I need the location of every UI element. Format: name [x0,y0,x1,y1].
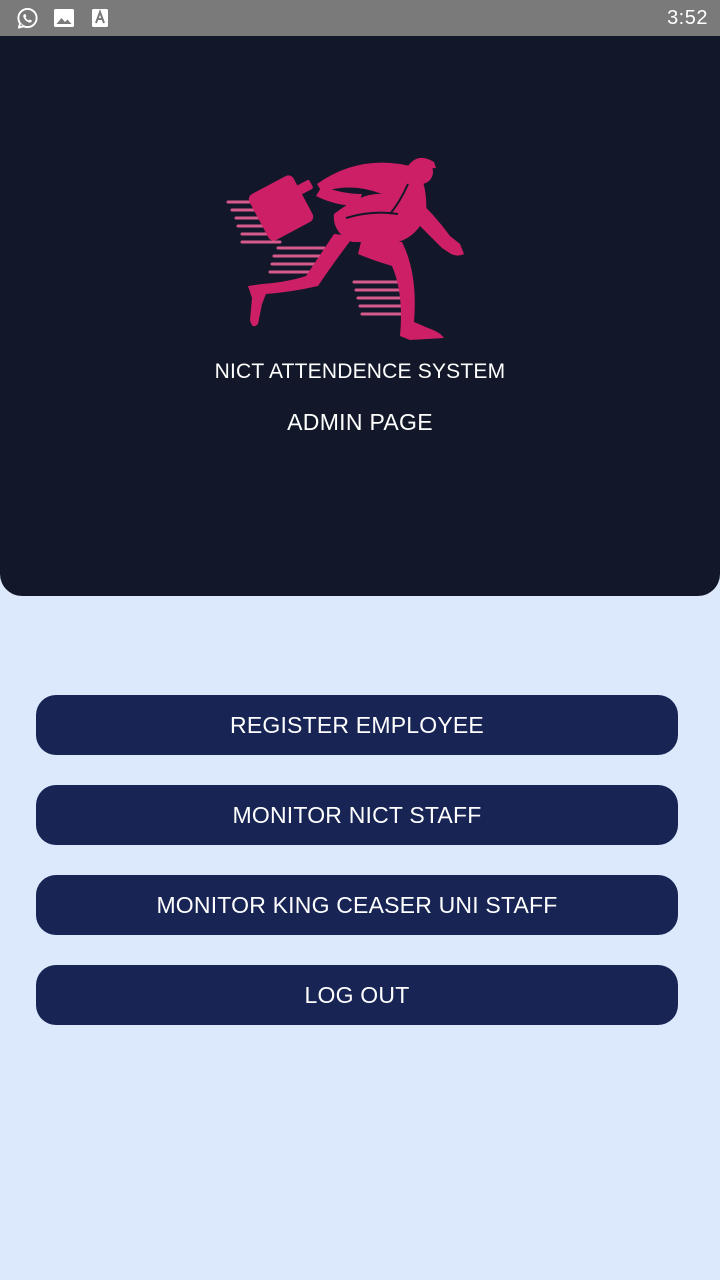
whatsapp-icon [16,7,39,30]
page-subtitle: ADMIN PAGE [287,409,433,435]
header-panel: NICT ATTENDENCE SYSTEM ADMIN PAGE [0,36,720,596]
register-employee-button[interactable]: REGISTER EMPLOYEE [36,695,678,755]
app-title: NICT ATTENDENCE SYSTEM [214,360,506,383]
monitor-king-ceaser-staff-button[interactable]: MONITOR KING CEASER UNI STAFF [36,875,678,935]
image-icon [52,7,75,30]
running-businessman-logo [222,154,470,346]
status-clock: 3:52 [667,6,708,29]
font-icon [88,7,111,30]
status-bar: 3:52 [0,0,720,36]
notification-icons [16,7,111,30]
monitor-nict-staff-button[interactable]: MONITOR NICT STAFF [36,785,678,845]
admin-actions: REGISTER EMPLOYEE MONITOR NICT STAFF MON… [36,695,678,1025]
logout-button[interactable]: LOG OUT [36,965,678,1025]
